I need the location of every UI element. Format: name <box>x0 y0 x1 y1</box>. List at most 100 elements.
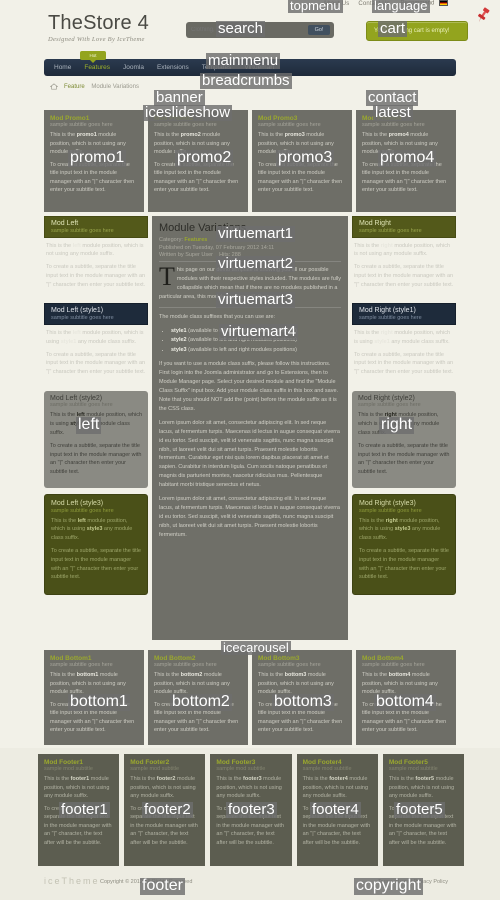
menu-item-joomla[interactable]: Joomla <box>123 64 144 71</box>
left-default-header: Mod Left sample subtitle goes here <box>44 216 148 238</box>
position-label-virtuemart4: virtuemart4 <box>219 323 299 340</box>
position-label-footer4: footer4 <box>310 801 361 818</box>
position-label-footer3: footer3 <box>226 801 277 818</box>
promo3-title: Mod Promo3 <box>258 115 298 122</box>
german-flag-icon[interactable] <box>439 0 448 6</box>
article-published: Published on Tuesday, 07 February 2012 1… <box>159 244 275 251</box>
position-label-search: search <box>216 20 266 37</box>
article-category-link[interactable]: Features <box>184 237 207 243</box>
footer3-title: Mod Footer3 <box>216 759 256 766</box>
left-style1-title: Mod Left (style1) <box>51 307 104 315</box>
left-style3-body: This is the left module position, which … <box>51 517 141 581</box>
breadcrumb-current: Module Variations <box>91 84 139 90</box>
module-left-style3: Mod Left (style3) sample subtitle goes h… <box>44 494 148 596</box>
search-go-button[interactable]: Go! <box>308 25 330 35</box>
position-label-virtuemart1: virtuemart1 <box>216 225 296 242</box>
left-default-body: This is the left module position, which … <box>46 242 146 288</box>
footer4-title: Mod Footer4 <box>302 759 342 766</box>
position-label-bottom4: bottom4 <box>374 693 436 711</box>
module-right-style3: Mod Right (style3) sample subtitle goes … <box>352 494 456 596</box>
right-default-title: Mod Right <box>359 220 391 227</box>
module-right-style1: Mod Right (style1) sample subtitle goes … <box>352 303 456 384</box>
module-left-style2: Mod Left (style2) sample subtitle goes h… <box>44 390 148 489</box>
suffix-item-style3: style3 (available to left and right modu… <box>171 346 341 356</box>
position-label-icecarousel: icecarousel <box>221 640 291 655</box>
position-label-breadcrumbs: breadcrumbs <box>200 72 292 89</box>
menu-item-features[interactable]: Features <box>84 64 110 71</box>
left-style3-header: Mod Left (style3) sample subtitle goes h… <box>51 500 141 514</box>
position-label-footer2: footer2 <box>142 801 193 818</box>
article-lorem-1: Lorem ipsum dolor sit amet, consectetur … <box>159 419 340 489</box>
module-left-default: Mod Left sample subtitle goes here This … <box>44 216 148 297</box>
position-label-iceslideshow: iceslideshow <box>143 104 233 121</box>
position-label-promo3: promo3 <box>276 149 335 167</box>
left-default-title: Mod Left <box>51 220 79 227</box>
logo-title: TheStore 4 <box>48 12 149 34</box>
page-root: TheStore 4 Designed With Love By IceThem… <box>0 0 500 900</box>
right-style2-header: Mod Right (style2) sample subtitle goes … <box>358 395 450 409</box>
article-suffix-intro: The module class suffixes that you can u… <box>159 313 276 320</box>
footer2-subtitle: sample mod subtitle <box>130 766 180 772</box>
breadcrumb-link-feature[interactable]: Feature <box>64 84 85 90</box>
hot-badge: Hot <box>80 51 106 63</box>
site-logo[interactable]: TheStore 4 Designed With Love By IceThem… <box>48 12 149 43</box>
bottom3-subtitle: sample subtitle goes here <box>258 662 321 668</box>
promo1-subtitle: sample subtitle goes here <box>50 122 113 128</box>
position-label-footer1: footer1 <box>59 801 110 818</box>
article-instructions: If you want to use a module class suffix… <box>159 361 339 412</box>
position-label-bottom3: bottom3 <box>272 693 334 711</box>
position-label-promo2: promo2 <box>175 149 234 167</box>
menu-item-extensions[interactable]: Extensions <box>157 64 189 71</box>
footer3-subtitle: sample mod subtitle <box>216 766 266 772</box>
footer5-title: Mod Footer5 <box>388 759 428 766</box>
module-left-style1: Mod Left (style1) sample subtitle goes h… <box>44 303 148 384</box>
position-label-left: left <box>76 416 102 434</box>
bottom1-subtitle: sample subtitle goes here <box>50 662 113 668</box>
left-style3-title: Mod Left (style3) <box>51 500 104 508</box>
position-label-virtuemart2: virtuemart2 <box>216 255 296 272</box>
bottom1-title: Mod Bottom1 <box>50 655 92 662</box>
main-content-article: Module Variations Category: Features Pub… <box>152 216 348 640</box>
promo3-subtitle: sample subtitle goes here <box>258 122 321 128</box>
position-label-right: right <box>379 416 415 434</box>
right-style1-title: Mod Right (style1) <box>359 307 416 315</box>
position-label-virtuemart3: virtuemart3 <box>216 291 296 308</box>
position-label-footer: footer <box>140 877 185 895</box>
bottom3-title: Mod Bottom3 <box>258 655 300 662</box>
footer2-title: Mod Footer2 <box>130 759 170 766</box>
position-label-latest: latest <box>373 104 413 121</box>
left-style1-subtitle: sample subtitle goes here <box>51 314 114 321</box>
promo1-title: Mod Promo1 <box>50 115 90 122</box>
right-style3-body: This is the right module position, which… <box>359 517 449 581</box>
footer5-subtitle: sample mod subtitle <box>388 766 438 772</box>
right-style3-title: Mod Right (style3) <box>359 500 416 508</box>
pushpin-icon <box>478 7 490 23</box>
right-style1-header: Mod Right (style1) sample subtitle goes … <box>352 303 456 325</box>
article-lorem-2: Lorem ipsum dolor sit amet, consectetur … <box>159 496 340 538</box>
logo-tagline: Designed With Love By IceTheme <box>48 36 145 43</box>
right-default-body: This is the right module position, which… <box>354 242 454 288</box>
right-style3-header: Mod Right (style3) sample subtitle goes … <box>359 500 449 514</box>
right-style1-body: This is the right module position, which… <box>354 329 454 376</box>
footer-area: Mod Footer1 sample mod subtitle This is … <box>0 748 500 900</box>
position-label-promo1: promo1 <box>68 149 127 167</box>
left-style2-header: Mod Left (style2) sample subtitle goes h… <box>50 395 142 409</box>
left-default-subtitle: sample subtitle goes here <box>51 227 114 234</box>
right-default-subtitle: sample subtitle goes here <box>359 227 422 234</box>
right-style1-subtitle: sample subtitle goes here <box>359 314 422 321</box>
footer1-subtitle: sample mod subtitle <box>44 766 93 772</box>
breadcrumb-trail: Feature Module Variations <box>64 84 139 90</box>
home-icon[interactable] <box>50 83 58 90</box>
footer1-title: Mod Footer1 <box>44 759 83 766</box>
module-right-style2: Mod Right (style2) sample subtitle goes … <box>352 390 456 489</box>
footer4-subtitle: sample mod subtitle <box>302 766 352 772</box>
promo4-subtitle: sample subtitle goes here <box>362 122 425 128</box>
promo2-subtitle: sample subtitle goes here <box>154 122 217 128</box>
menu-item-home[interactable]: Home <box>54 64 71 71</box>
position-label-bottom1: bottom1 <box>68 693 130 711</box>
position-label-promo4: promo4 <box>378 149 437 167</box>
position-label-footer5: footer5 <box>394 801 445 818</box>
position-label-topmenu: topmenu <box>288 0 343 13</box>
bottom2-subtitle: sample subtitle goes here <box>154 662 217 668</box>
left-style1-body: This is the left module position, which … <box>46 329 146 376</box>
